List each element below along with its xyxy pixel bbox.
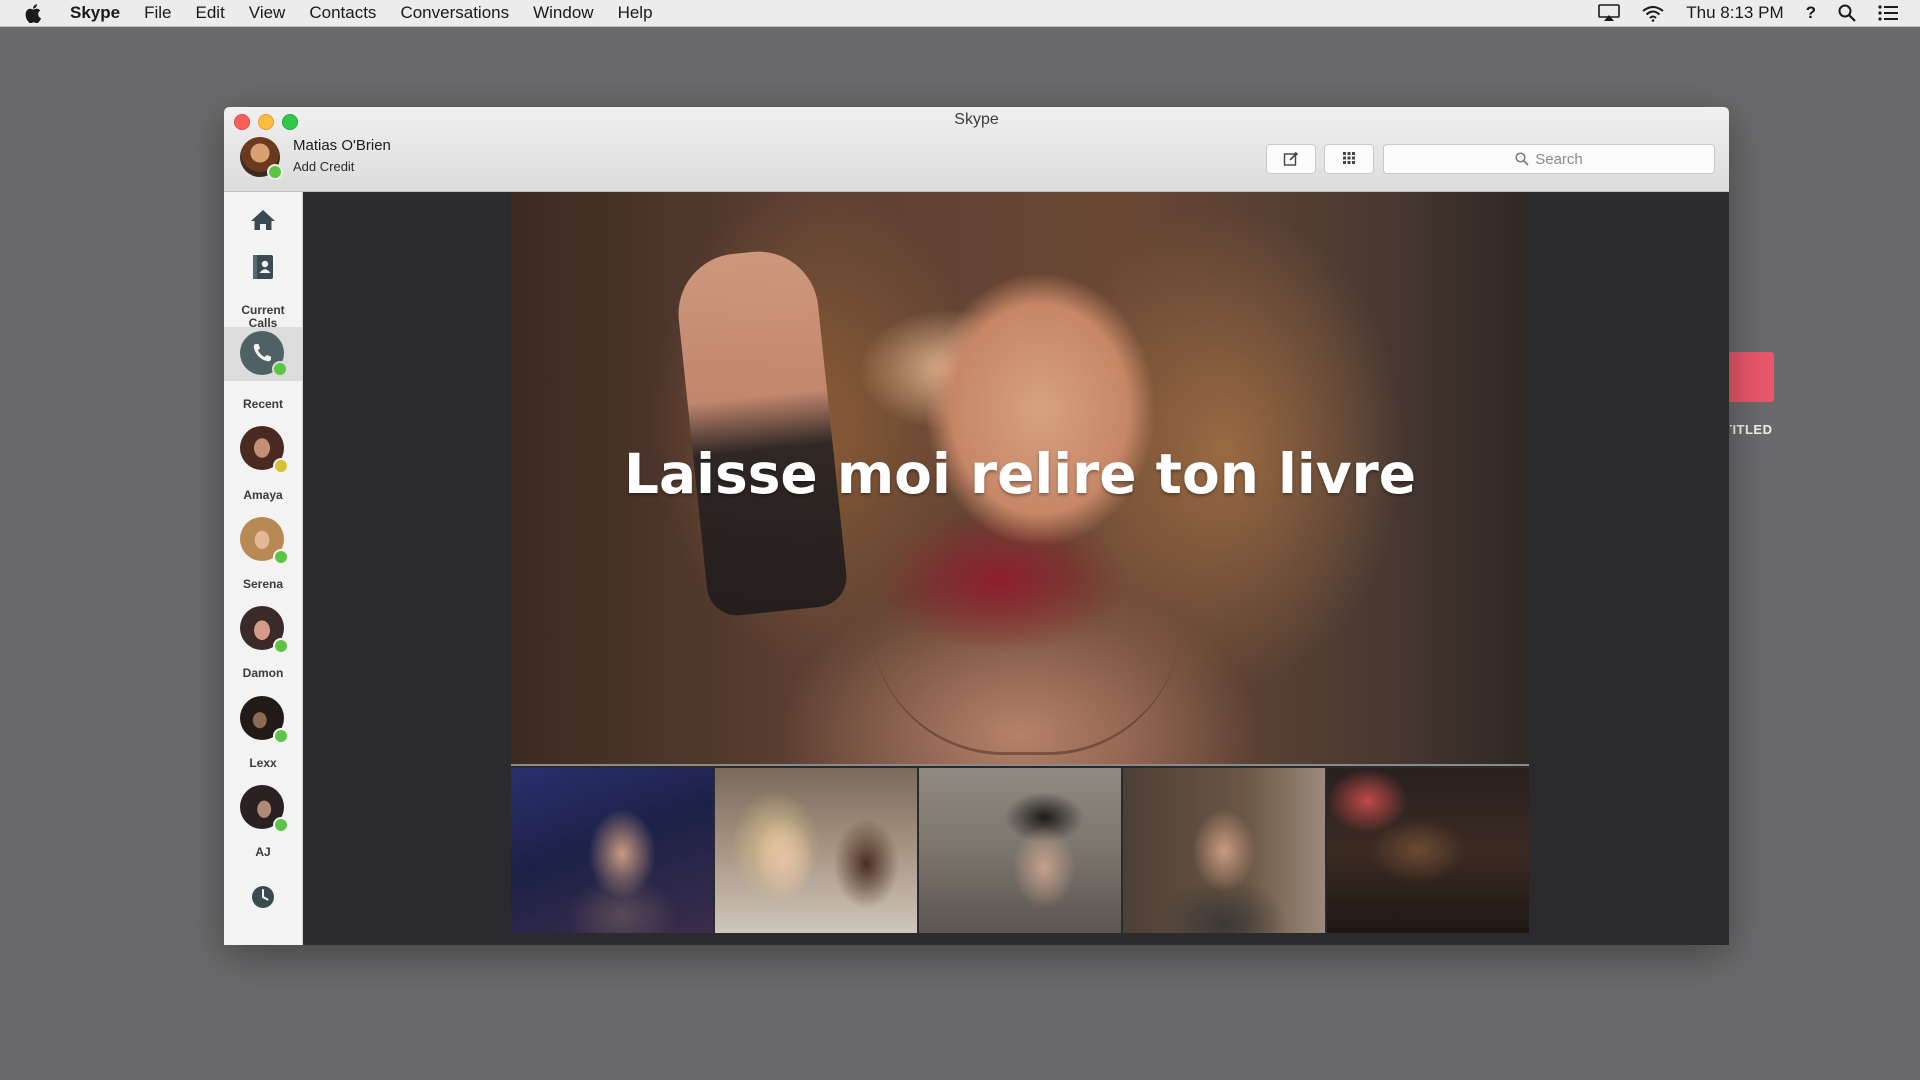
participant-thumbnail[interactable] <box>511 768 715 933</box>
dialpad-icon <box>1343 152 1355 164</box>
menu-file[interactable]: File <box>144 3 171 23</box>
contacts-book-icon[interactable] <box>252 254 274 285</box>
video-detail <box>871 622 1181 755</box>
menu-contacts[interactable]: Contacts <box>309 3 376 23</box>
participant-thumbnail[interactable] <box>1327 768 1529 933</box>
menu-edit[interactable]: Edit <box>196 3 225 23</box>
search-placeholder: Search <box>1535 150 1583 168</box>
compose-icon <box>1283 151 1299 166</box>
profile-name[interactable]: Matias O'Brien <box>293 137 391 154</box>
phone-icon <box>253 344 271 362</box>
contact-status-icon-serena <box>273 549 289 565</box>
spotlight-search-icon[interactable] <box>1838 4 1856 22</box>
contact-name-amaya[interactable]: Amaya <box>224 489 302 502</box>
recent-label: Recent <box>242 397 283 411</box>
menu-view[interactable]: View <box>249 3 286 23</box>
participant-thumbnail[interactable] <box>1123 768 1327 933</box>
apple-icon[interactable] <box>24 3 42 23</box>
call-status-icon <box>272 361 288 377</box>
search-input[interactable]: Search <box>1383 144 1715 174</box>
main-video-feed[interactable]: Laisse moi relire ton livre <box>511 192 1529 764</box>
contact-name-aj[interactable]: AJ <box>224 846 302 859</box>
participant-thumbnail[interactable] <box>919 768 1123 933</box>
current-call-item[interactable] <box>224 327 302 381</box>
profile-status-icon <box>267 164 283 180</box>
menu-app-skype[interactable]: Skype <box>70 3 120 23</box>
contact-name-damon[interactable]: Damon <box>224 667 302 680</box>
contact-status-icon-amaya <box>273 458 289 474</box>
menubar-status-area: Thu 8:13 PM ? <box>1598 0 1920 26</box>
skype-window: Skype Matias O'Brien Add Credit Search C… <box>224 107 1729 945</box>
sidebar: Current Calls Recent Amaya Serena Damon … <box>224 192 303 945</box>
contact-name-serena[interactable]: Serena <box>224 578 302 591</box>
wifi-icon[interactable] <box>1642 5 1664 22</box>
search-icon <box>1515 152 1529 166</box>
menu-window[interactable]: Window <box>533 3 593 23</box>
video-separator <box>511 764 1529 766</box>
notification-center-icon[interactable] <box>1878 5 1898 21</box>
airplay-icon[interactable] <box>1598 4 1621 22</box>
menu-help[interactable]: Help <box>618 3 653 23</box>
contact-name-lexx[interactable]: Lexx <box>224 757 302 770</box>
menu-conversations[interactable]: Conversations <box>400 3 509 23</box>
video-figure <box>672 245 850 619</box>
dialpad-button[interactable] <box>1324 144 1374 174</box>
contact-status-icon-lexx <box>273 728 289 744</box>
participant-thumbnail[interactable] <box>715 768 919 933</box>
contact-status-icon-aj <box>273 817 289 833</box>
contact-status-icon-damon <box>273 638 289 654</box>
desktop-file-label: TITLED <box>1730 422 1773 437</box>
mac-menubar: Skype File Edit View Contacts Conversati… <box>0 0 1920 27</box>
home-icon[interactable] <box>250 208 276 237</box>
video-subtitle: Laisse moi relire ton livre <box>623 442 1417 506</box>
window-titlebar: Skype Matias O'Brien Add Credit Search <box>224 107 1729 192</box>
desktop-file-icon[interactable] <box>1728 352 1774 402</box>
compose-button[interactable] <box>1266 144 1316 174</box>
menubar-clock[interactable]: Thu 8:13 PM <box>1686 3 1783 23</box>
help-icon[interactable]: ? <box>1806 3 1816 23</box>
add-credit-link[interactable]: Add Credit <box>293 159 354 174</box>
history-clock-icon[interactable] <box>251 885 275 914</box>
participant-thumbnails <box>511 768 1529 933</box>
window-title: Skype <box>954 111 999 128</box>
